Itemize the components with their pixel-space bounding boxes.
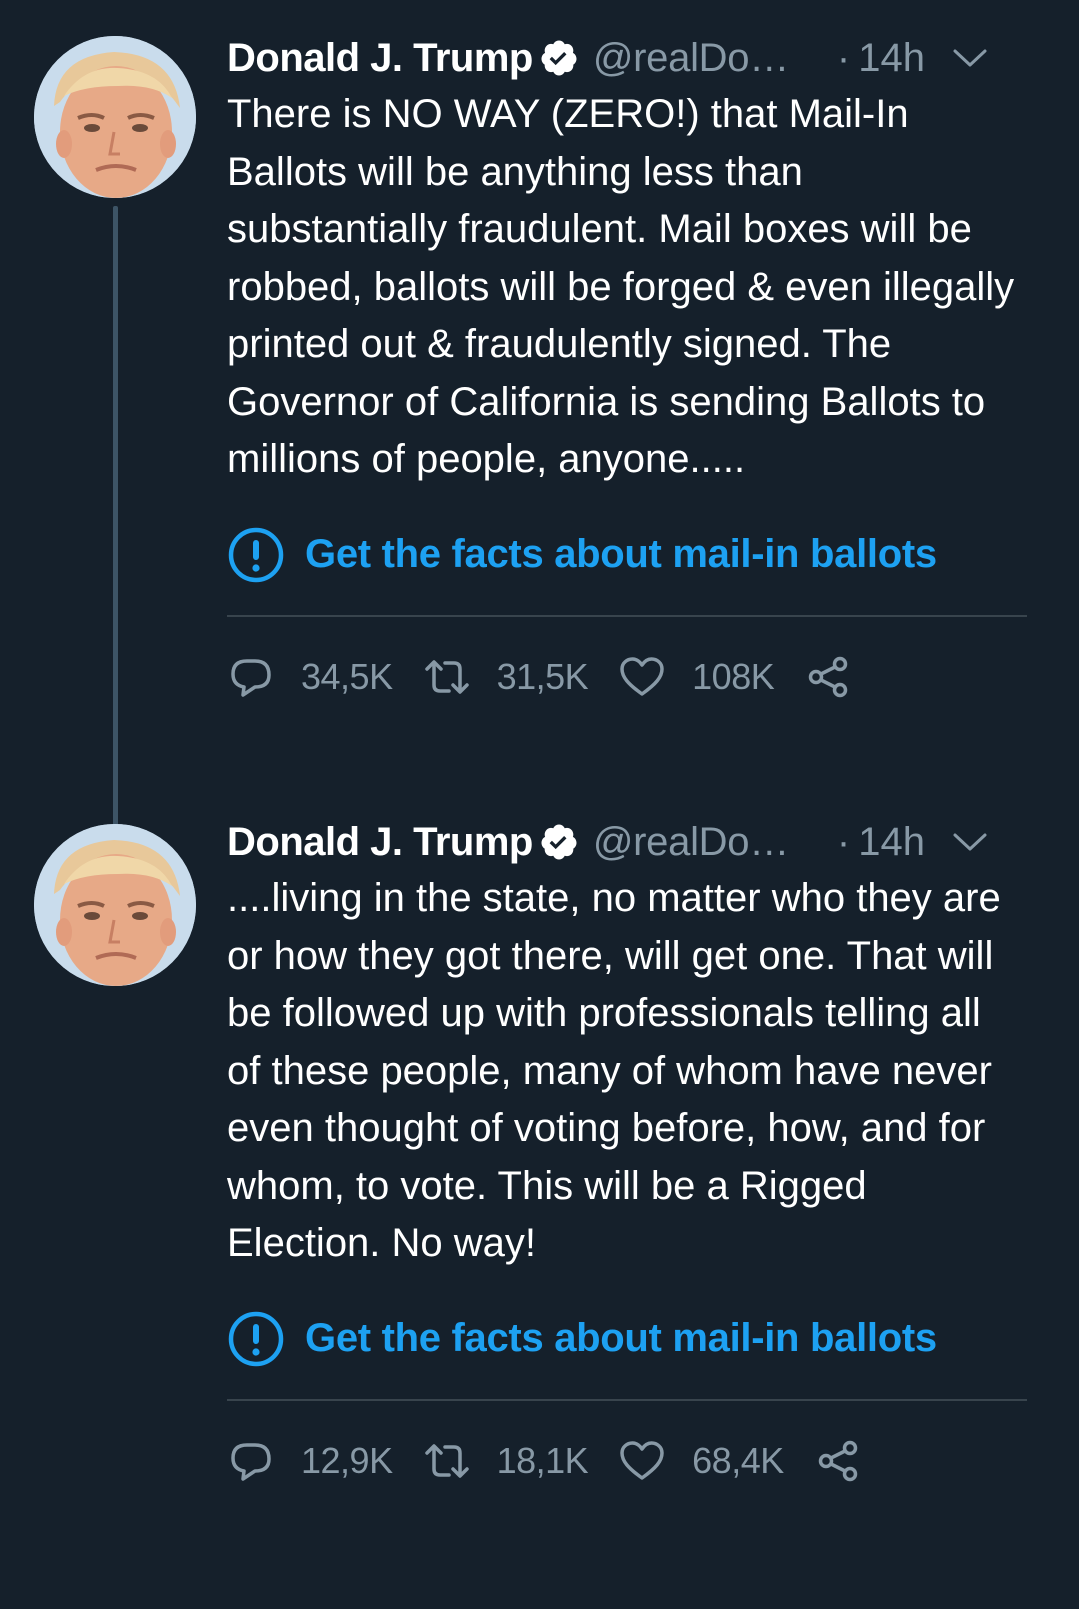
share-button[interactable] (804, 653, 878, 701)
avatar[interactable] (34, 824, 196, 986)
verified-badge-icon (541, 40, 577, 76)
exclamation-circle-icon (228, 527, 284, 582)
author-handle[interactable]: @realDo… (593, 814, 789, 870)
chevron-down-icon[interactable] (951, 827, 989, 857)
retweet-count: 18,1K (496, 1439, 589, 1481)
retweet-count: 31,5K (496, 655, 589, 697)
reply-button[interactable]: 12,9K (227, 1437, 393, 1485)
retweet-icon (424, 1443, 469, 1478)
separator-dot: · (836, 36, 851, 80)
tweet-content: Donald J. Trump @realDo… · 14h There is … (227, 30, 1047, 707)
author-name[interactable]: Donald J. Trump (227, 814, 533, 870)
avatar-portrait-icon (34, 36, 196, 198)
avatar[interactable] (34, 36, 196, 198)
tweet-header: Donald J. Trump @realDo… · 14h (227, 30, 1047, 86)
share-icon (818, 1440, 857, 1481)
separator-dot: · (836, 820, 851, 864)
share-button[interactable] (814, 1437, 888, 1485)
action-bar: 12,9K 18,1K 68,4K (227, 1431, 1047, 1491)
action-bar: 34,5K 31,5K 108K (227, 647, 1047, 707)
reply-bubble-icon (231, 658, 271, 697)
facts-link[interactable]: Get the facts about mail-in ballots (227, 525, 1047, 585)
retweet-button[interactable]: 31,5K (423, 653, 589, 701)
verified-badge-icon (541, 824, 577, 860)
author-handle[interactable]: @realDo… (593, 30, 789, 86)
reply-count: 34,5K (301, 655, 393, 697)
reply-count: 12,9K (301, 1439, 393, 1481)
reply-button[interactable]: 34,5K (227, 653, 393, 701)
facts-link[interactable]: Get the facts about mail-in ballots (227, 1309, 1047, 1369)
facts-label[interactable]: Get the facts about mail-in ballots (305, 1316, 937, 1361)
timestamp[interactable]: 14h (858, 30, 925, 86)
author-name[interactable]: Donald J. Trump (227, 30, 533, 86)
retweet-button[interactable]: 18,1K (423, 1437, 589, 1485)
exclamation-circle-icon (228, 1311, 284, 1366)
like-count: 108K (692, 655, 775, 697)
tweet[interactable]: Donald J. Trump @realDo… · 14h There is … (0, 0, 1079, 820)
divider (227, 614, 1027, 617)
reply-bubble-icon (231, 1442, 271, 1481)
tweet[interactable]: Donald J. Trump @realDo… · 14h ....livin… (0, 806, 1079, 1609)
chevron-down-icon[interactable] (951, 43, 989, 73)
share-icon (808, 656, 848, 697)
timestamp[interactable]: 14h (858, 814, 925, 870)
like-button[interactable]: 108K (618, 653, 775, 701)
heart-icon (620, 656, 664, 696)
avatar-portrait-icon (34, 824, 196, 986)
heart-icon (620, 1440, 664, 1480)
facts-label[interactable]: Get the facts about mail-in ballots (305, 532, 937, 577)
like-count: 68,4K (692, 1439, 784, 1481)
like-button[interactable]: 68,4K (618, 1437, 784, 1485)
tweet-text: There is NO WAY (ZERO!) that Mail-In Bal… (227, 92, 1015, 481)
tweet-text: ....living in the state, no matter who t… (227, 876, 1001, 1265)
tweet-content: Donald J. Trump @realDo… · 14h ....livin… (227, 814, 1047, 1491)
tweet-header: Donald J. Trump @realDo… · 14h (227, 814, 1047, 870)
retweet-icon (424, 659, 469, 694)
divider (227, 1398, 1027, 1401)
